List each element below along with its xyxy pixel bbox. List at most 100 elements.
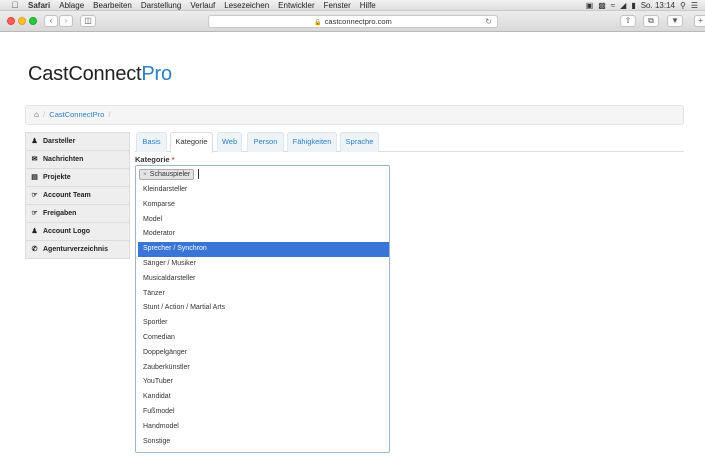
dropdown-option[interactable]: Model — [138, 213, 389, 228]
dropdown-option[interactable]: Kleindarsteller — [138, 183, 389, 198]
chevron-right-icon: › — [64, 16, 68, 25]
tab-faehigkeiten[interactable]: Fähigkeiten — [287, 132, 337, 152]
tabs-overview-button[interactable]: ⧉ — [643, 15, 659, 27]
kategorie-multiselect[interactable]: × Schauspieler Kleindarsteller Komparse Mo… — [135, 165, 390, 453]
sidebar-item-label: Freigaben — [43, 210, 77, 217]
remove-tag-icon[interactable]: × — [143, 171, 147, 178]
sidebar-item-account-team[interactable]: ☞ Account Team — [25, 186, 130, 205]
sidebar-item-label: Nachrichten — [43, 156, 84, 163]
sidebar-item-darsteller[interactable]: ♟ Darsteller — [25, 132, 130, 151]
envelope-icon: ✉ — [31, 156, 38, 163]
dropdown-options: Kleindarsteller Komparse Model Moderator Spr… — [138, 183, 389, 449]
menu-entwickler[interactable]: Entwickler — [278, 0, 314, 11]
sidebar-item-account-logo[interactable]: ♟ Account Logo — [25, 222, 130, 241]
menu-darstellung[interactable]: Darstellung — [141, 0, 181, 11]
selected-tags[interactable]: × Schauspieler — [136, 166, 389, 182]
address-bar[interactable]: 🔒 castconnectpro.com ↻ — [208, 15, 498, 28]
wifi-icon[interactable]: ≈ — [611, 0, 615, 11]
required-marker: * — [171, 155, 175, 164]
dropdown-option[interactable]: Sonstige — [138, 435, 389, 450]
sidebar-item-label: Account Logo — [43, 228, 91, 235]
tab-bar: Basis Kategorie Web Person Fähigkeiten S… — [135, 132, 684, 153]
screen-icon[interactable]: ▣ — [586, 0, 594, 11]
user-icon: ♟ — [31, 228, 38, 235]
dropdown-option[interactable]: Doppelgänger — [138, 346, 389, 361]
chevron-left-icon: ‹ — [49, 16, 53, 25]
dropdown-option[interactable]: Komparse — [138, 198, 389, 213]
breadcrumb-link[interactable]: CastConnectPro — [49, 110, 104, 119]
dropdown-option[interactable]: Handmodel — [138, 420, 389, 435]
share-button[interactable]: ⇧ — [620, 15, 636, 27]
sidebar-item-label: Projekte — [43, 174, 71, 181]
dropdown-option[interactable]: Tänzer — [138, 287, 389, 302]
downloads-button[interactable]: ▼ — [667, 15, 683, 27]
dropdown-option[interactable]: Zauberkünstler — [138, 361, 389, 376]
dropdown-option[interactable]: Moderator — [138, 227, 389, 242]
reload-icon[interactable]: ↻ — [485, 16, 492, 28]
dropdown-option[interactable]: Musicaldarsteller — [138, 272, 389, 287]
sidebar-item-label: Agenturverzeichnis — [43, 246, 108, 253]
app-status-icon[interactable]: ▩ — [598, 0, 606, 11]
menu-bearbeiten[interactable]: Bearbeiten — [93, 0, 132, 11]
address-url: castconnectpro.com — [324, 17, 392, 26]
sidebar-item-label: Account Team — [43, 192, 91, 199]
menubar-app-name[interactable]: Safari — [28, 0, 50, 11]
tab-kategorie[interactable]: Kategorie — [170, 132, 213, 153]
volume-icon[interactable]: ◢ — [620, 0, 626, 11]
site-logo[interactable]: CastConnectPro — [28, 63, 172, 86]
dropdown-option[interactable]: Sportler — [138, 316, 389, 331]
kategorie-label-text: Kategorie — [135, 155, 170, 164]
dropdown-option[interactable]: Stunt / Action / Martial Arts — [138, 301, 389, 316]
dropdown-option[interactable]: Kandidat — [138, 390, 389, 405]
tab-sprache[interactable]: Sprache — [340, 132, 379, 152]
battery-icon[interactable]: ▮ — [631, 0, 635, 11]
tab-basis[interactable]: Basis — [136, 132, 167, 152]
kategorie-label: Kategorie * — [135, 155, 175, 164]
hand-point-icon: ☞ — [31, 210, 38, 217]
plus-icon: + — [698, 16, 703, 25]
sidebar-item-projekte[interactable]: ▤ Projekte — [25, 168, 130, 187]
dropdown-option[interactable]: Comedian — [138, 331, 389, 346]
menu-hilfe[interactable]: Hilfe — [360, 0, 376, 11]
selected-tag-chip: × Schauspieler — [139, 168, 195, 180]
logo-text-pro: Pro — [141, 63, 172, 85]
forward-button[interactable]: › — [59, 15, 73, 27]
close-window-button[interactable] — [7, 17, 15, 25]
selected-tag-label: Schauspieler — [149, 170, 191, 178]
user-icon: ♟ — [31, 138, 38, 145]
tab-person[interactable]: Person — [247, 132, 284, 152]
zoom-window-button[interactable] — [29, 17, 37, 25]
dropdown-option[interactable]: YouTuber — [138, 375, 389, 390]
mac-menubar:  Safari Ablage Bearbeiten Darstellung V… — [0, 0, 705, 11]
menu-fenster[interactable]: Fenster — [324, 0, 351, 11]
menu-verlauf[interactable]: Verlauf — [190, 0, 215, 11]
menubar-status-area: ▣ ▩ ≈ ◢ ▮ So. 13:14 ⚲ ☰ — [586, 0, 705, 11]
search-icon[interactable]: ⚲ — [680, 0, 686, 11]
tabs-icon: ⧉ — [648, 16, 654, 25]
share-icon: ⇧ — [624, 16, 632, 25]
sidebar-toggle-button[interactable]: ◫ — [80, 15, 96, 27]
minimize-window-button[interactable] — [18, 17, 26, 25]
sidebar-item-freigaben[interactable]: ☞ Freigaben — [25, 204, 130, 223]
sidebar-icon: ◫ — [84, 16, 92, 25]
breadcrumb-separator: / — [43, 110, 46, 119]
list-icon[interactable]: ☰ — [691, 0, 698, 11]
tab-web[interactable]: Web — [217, 132, 242, 152]
dropdown-option[interactable]: Sänger / Musiker — [138, 257, 389, 272]
sidebar-item-nachrichten[interactable]: ✉ Nachrichten — [25, 150, 130, 169]
menu-lesezeichen[interactable]: Lesezeichen — [224, 0, 269, 11]
page-content: CastConnectPro ⌂ / CastConnectPro / ♟ Dar… — [0, 33, 705, 464]
phone-icon: ✆ — [31, 246, 38, 253]
dropdown-option[interactable]: Sprecher / Synchron — [138, 242, 389, 257]
sidebar-item-agenturverzeichnis[interactable]: ✆ Agenturverzeichnis — [25, 240, 130, 259]
new-tab-button[interactable]: + — [694, 15, 705, 27]
back-button[interactable]: ‹ — [44, 15, 58, 27]
sidebar-item-label: Darsteller — [43, 138, 76, 145]
menubar-clock[interactable]: So. 13:14 — [641, 0, 675, 11]
dropdown-option[interactable]: Fußmodel — [138, 405, 389, 420]
home-icon[interactable]: ⌂ — [34, 110, 39, 119]
breadcrumb: ⌂ / CastConnectPro / — [25, 105, 684, 125]
menu-ablage[interactable]: Ablage — [59, 0, 84, 11]
apple-icon[interactable]:  — [9, 0, 21, 11]
lock-icon: 🔒 — [314, 20, 322, 26]
